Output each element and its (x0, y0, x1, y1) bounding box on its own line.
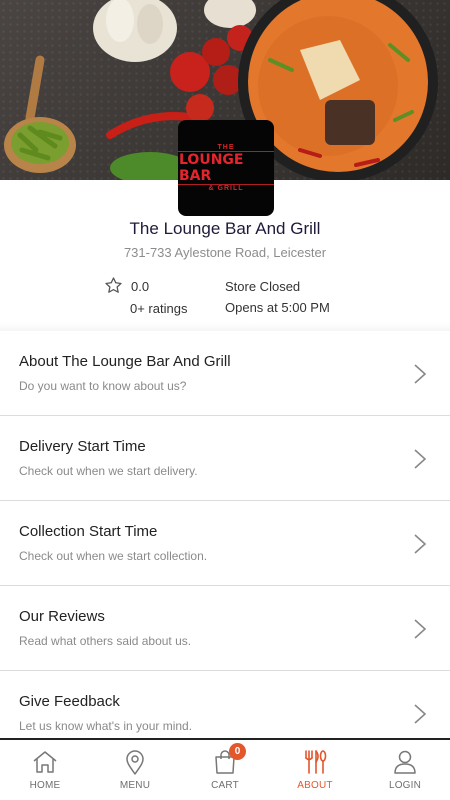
nav-login[interactable]: LOGIN (360, 740, 450, 800)
logo-text-bottom: & GRILL (208, 185, 244, 192)
ratings-count: 0+ ratings (130, 301, 188, 316)
star-icon (105, 277, 122, 293)
nav-label: HOME (29, 780, 61, 791)
logo-text-main: LOUNGE BAR (178, 151, 274, 185)
logo-text-top: THE (217, 144, 235, 151)
about-menu-list: About The Lounge Bar And Grill Do you wa… (0, 323, 450, 756)
nav-label: LOGIN (388, 780, 422, 791)
nav-cart[interactable]: 0 CART (180, 740, 270, 800)
chevron-right-icon (414, 364, 427, 384)
menu-item-subtitle: Check out when we start collection. (19, 549, 208, 563)
bottom-nav: HOME MENU 0 CART ABOUT LOGIN (0, 738, 450, 800)
chevron-right-icon (414, 534, 427, 554)
nav-home[interactable]: HOME (0, 740, 90, 800)
menu-item-title: Our Reviews (19, 608, 105, 625)
nav-label: MENU (119, 780, 151, 791)
store-status: Store Closed (225, 279, 301, 294)
nav-menu[interactable]: MENU (90, 740, 180, 800)
chevron-right-icon (414, 704, 427, 724)
nav-label: ABOUT (297, 780, 333, 791)
store-name: The Lounge Bar And Grill (129, 219, 321, 238)
chevron-right-icon (414, 449, 427, 469)
cart-count-badge: 0 (229, 743, 246, 760)
menu-item-title: Collection Start Time (19, 523, 158, 540)
store-address: 731-733 Aylestone Road, Leicester (123, 245, 327, 260)
menu-item-subtitle: Check out when we start delivery. (19, 464, 198, 478)
nav-about[interactable]: ABOUT (270, 740, 360, 800)
store-logo: THE LOUNGE BAR & GRILL (178, 120, 274, 216)
chevron-right-icon (414, 619, 427, 639)
menu-item-title: Delivery Start Time (19, 438, 146, 455)
menu-item-subtitle: Let us know what's in your mind. (19, 719, 193, 733)
rating-value: 0.0 (131, 279, 150, 294)
home-icon (33, 751, 57, 773)
user-icon (394, 750, 416, 774)
menu-item-subtitle: Read what others said about us. (19, 634, 192, 648)
location-pin-icon (126, 750, 144, 775)
rating-block: 0.0 0+ ratings (104, 276, 204, 320)
menu-item-our-reviews[interactable]: Our Reviews Read what others said about … (0, 586, 450, 671)
menu-item-title: About The Lounge Bar And Grill (19, 353, 231, 370)
menu-item-delivery-start-time[interactable]: Delivery Start Time Check out when we st… (0, 416, 450, 501)
opening-time: Opens at 5:00 PM (225, 300, 330, 315)
menu-item-subtitle: Do you want to know about us? (19, 379, 187, 393)
menu-item-collection-start-time[interactable]: Collection Start Time Check out when we … (0, 501, 450, 586)
store-status-block: Store Closed Opens at 5:00 PM (225, 279, 330, 315)
nav-label: CART (211, 780, 239, 791)
menu-item-title: Give Feedback (19, 693, 120, 710)
cutlery-icon (305, 750, 327, 774)
menu-item-about[interactable]: About The Lounge Bar And Grill Do you wa… (0, 331, 450, 416)
